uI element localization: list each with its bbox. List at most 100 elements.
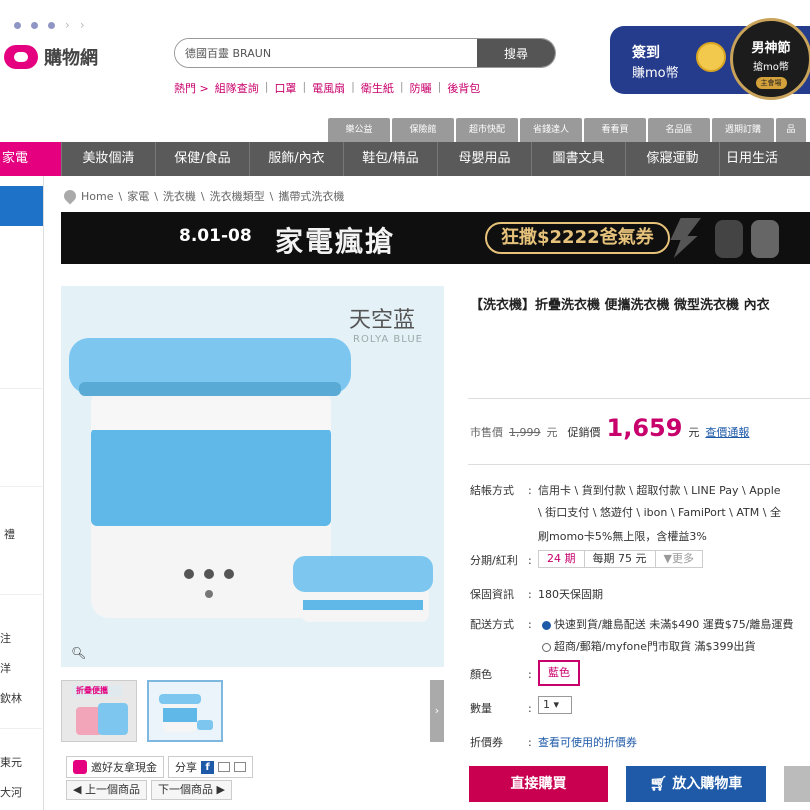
mail-icon[interactable]	[234, 762, 246, 772]
category-item[interactable]: 日用生活	[720, 142, 780, 176]
prev-product-button[interactable]: ◀ 上一個商品	[66, 780, 147, 800]
thumbnail[interactable]: 折疊便攜	[61, 680, 137, 742]
category-item-active[interactable]: 家電	[0, 142, 62, 176]
promo-line1: 簽到	[632, 45, 660, 61]
radio-selected[interactable]	[542, 620, 551, 630]
event-badge[interactable]: 男神節 搶mo幣 主會場	[730, 18, 810, 100]
facebook-icon[interactable]: f	[201, 760, 214, 774]
quantity-select[interactable]: 1 ▾	[538, 696, 572, 714]
hot-term[interactable]: 後背包	[447, 80, 480, 96]
category-item[interactable]: 傢寢運動	[626, 142, 720, 176]
thumbnail-image	[159, 694, 213, 732]
product-title: 【洗衣機】折疊洗衣機 便攜洗衣機 微型洗衣機 內衣	[470, 298, 770, 313]
coupon-label: 折價券:	[470, 736, 532, 749]
tab-item[interactable]: 看看買	[584, 118, 646, 142]
divider	[468, 464, 810, 465]
tab-item[interactable]: 保險館	[392, 118, 454, 142]
delivery-option-fast[interactable]: 快速到貨/離島配送 未滿$490 運費$75/離島運費	[542, 616, 793, 632]
sidebar-header[interactable]	[0, 186, 43, 226]
breadcrumb-item[interactable]: 家電	[127, 188, 149, 204]
refer-label: 邀好友拿現金	[91, 761, 157, 774]
badge-tag: 主會場	[755, 77, 787, 89]
zoom-icon[interactable]: 🔍︎	[71, 646, 86, 660]
site-logo[interactable]: 購物網	[4, 44, 98, 70]
breadcrumb-item[interactable]: 洗衣機類型	[210, 188, 265, 204]
sidebar-item[interactable]: 欽林	[0, 690, 22, 706]
hot-term[interactable]: 組隊查詢	[215, 80, 259, 96]
tab-item[interactable]: 品	[776, 118, 806, 142]
search-box: 搜尋	[174, 38, 556, 68]
add-to-cart-button[interactable]: 🛒︎ 放入購物車	[626, 766, 766, 802]
banner-dates: 8.01-08	[179, 226, 252, 246]
color-label: 顏色:	[470, 668, 532, 681]
chevron-right-icon[interactable]: ›	[65, 18, 70, 32]
divider	[468, 398, 810, 399]
hot-term[interactable]: 防曬	[410, 80, 432, 96]
category-item[interactable]: 鞋包/精品	[344, 142, 438, 176]
tab-item[interactable]: 週期訂購	[712, 118, 774, 142]
sidebar-item[interactable]: 禮	[4, 526, 15, 542]
promo-price-unit: 元	[688, 426, 700, 439]
sidebar-item[interactable]: 東元	[0, 754, 22, 770]
dot-icon[interactable]	[48, 21, 55, 29]
separator: \	[269, 189, 274, 203]
tab-item[interactable]: 省錢達人	[520, 118, 582, 142]
hot-term[interactable]: 電風扇	[312, 80, 345, 96]
delivery-option-store[interactable]: 超商/郵箱/myfone門市取貨 滿$399出貨	[542, 638, 755, 654]
breadcrumb-item[interactable]: Home	[81, 190, 113, 203]
radio-unselected[interactable]	[542, 642, 551, 652]
separator: |	[399, 80, 404, 93]
carousel-dots[interactable]: › ›	[14, 18, 85, 32]
category-item[interactable]: 母嬰用品	[438, 142, 532, 176]
search-button[interactable]: 搜尋	[477, 39, 555, 67]
print-icon[interactable]	[218, 762, 230, 772]
color-option-blue[interactable]: 藍色	[538, 660, 580, 686]
tab-item[interactable]: 名品區	[648, 118, 710, 142]
promo-banner[interactable]: 簽到 賺mo幣 男神節 搶mo幣 主會場	[610, 18, 810, 100]
market-price-unit: 元	[546, 426, 558, 439]
separator: |	[437, 80, 442, 93]
banner-pill: 狂撒$2222爸氣券	[485, 222, 670, 254]
separator: |	[264, 80, 269, 93]
color-tag-cn: 天空蓝	[349, 308, 416, 333]
chevron-right-icon[interactable]: ›	[80, 18, 85, 32]
refer-friend-button[interactable]: 邀好友拿現金	[66, 756, 164, 778]
category-item[interactable]: 圖書文具	[532, 142, 626, 176]
divider	[0, 594, 42, 595]
thumbnail-label: 折疊便攜	[76, 686, 108, 695]
breadcrumb-item[interactable]: 攜帶式洗衣機	[278, 188, 344, 204]
sidebar-item[interactable]: 洋	[0, 660, 11, 676]
next-product-button[interactable]: 下一個商品 ▶	[150, 780, 232, 800]
thumbnail-selected[interactable]	[147, 680, 223, 742]
category-item[interactable]: 美妝個清	[62, 142, 156, 176]
installment-more-button[interactable]: ▼更多	[656, 551, 702, 567]
category-item[interactable]: 服飾/內衣	[250, 142, 344, 176]
search-input[interactable]	[175, 39, 477, 67]
hot-term[interactable]: 衛生紙	[361, 80, 394, 96]
installment-box[interactable]: 24 期 每期 75 元 ▼更多	[538, 550, 703, 568]
location-pin-icon	[61, 187, 79, 205]
payment-promo-note: 刷momo卡5%無上限，含權益3%	[538, 530, 707, 543]
installment-months: 24 期	[539, 551, 585, 567]
thumbnail-strip: 折疊便攜	[61, 680, 223, 742]
coupon-link[interactable]: 查看可使用的折價券	[538, 734, 637, 750]
hot-term[interactable]: 口罩	[274, 80, 296, 96]
share-bar: 邀好友拿現金 分享 f	[66, 756, 253, 778]
product-main-image[interactable]: 天空蓝 ROLYA BLUE 🔍︎	[61, 286, 444, 667]
sidebar-item[interactable]: 注	[0, 630, 11, 646]
dot-icon[interactable]	[14, 21, 21, 29]
breadcrumb-item[interactable]: 洗衣機	[163, 188, 196, 204]
sidebar-item[interactable]: 大河	[0, 784, 22, 800]
secondary-action-button[interactable]	[784, 766, 810, 802]
category-item[interactable]: 保健/食品	[156, 142, 250, 176]
dot-icon[interactable]	[31, 21, 38, 29]
promo-strip-banner[interactable]: 8.01-08 家電瘋搶 狂撒$2222爸氣券	[61, 212, 810, 264]
price-report-link[interactable]: 查價通報	[705, 424, 749, 440]
tab-item[interactable]: 樂公益	[328, 118, 390, 142]
buy-now-button[interactable]: 直接購買	[469, 766, 608, 802]
thumb-next-arrow[interactable]: ›	[430, 680, 444, 742]
tab-item[interactable]: 超市快配	[456, 118, 518, 142]
divider	[0, 388, 42, 389]
top-header: › › 購物網 搜尋 熱門 > 組隊查詢 | 口罩 | 電風扇 | 衛生紙 | 防曬 | …	[0, 0, 810, 118]
separator: |	[351, 80, 355, 93]
